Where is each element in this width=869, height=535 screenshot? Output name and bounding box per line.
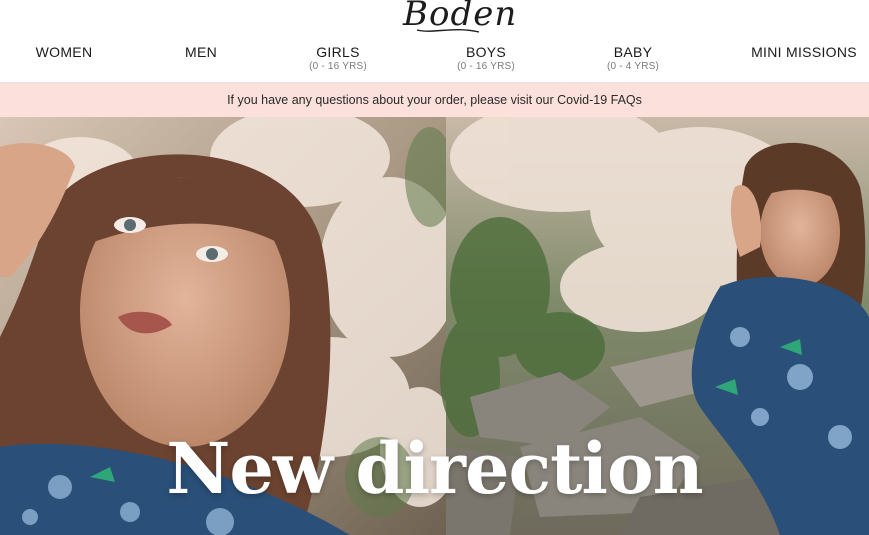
logo-swash-icon [416, 29, 480, 33]
nav-girls-age-range: (0 - 16 YRS) [309, 61, 367, 72]
nav-baby-age-range: (0 - 4 YRS) [606, 61, 660, 72]
nav-baby-label: BABY [613, 44, 653, 60]
nav-men-label: MEN [184, 44, 217, 60]
banner-text: If you have any questions about your ord… [227, 93, 642, 107]
nav-men[interactable]: MEN [176, 44, 226, 60]
covid-faq-banner[interactable]: If you have any questions about your ord… [0, 83, 869, 117]
nav-boys[interactable]: BOYS (0 - 16 YRS) [451, 44, 521, 73]
nav-women-label: WOMEN [35, 44, 93, 60]
nav-mini-missions-label: MINI MISSIONS [751, 44, 857, 60]
nav-girls-label: GIRLS [316, 44, 360, 60]
nav-women[interactable]: WOMEN [28, 44, 100, 60]
nav-boys-label: BOYS [465, 44, 507, 60]
nav-girls[interactable]: GIRLS (0 - 16 YRS) [303, 44, 373, 73]
nav-mini-missions[interactable]: MINI MISSIONS [744, 44, 864, 60]
hero-title: New direction [166, 427, 703, 510]
site-header: Boden WOMEN MEN GIRLS (0 - 16 YRS) BOYS … [0, 0, 869, 83]
nav-baby[interactable]: BABY (0 - 4 YRS) [600, 44, 666, 73]
hero-banner[interactable]: New direction [0, 117, 869, 535]
nav-boys-age-range: (0 - 16 YRS) [457, 61, 515, 72]
boden-logo[interactable]: Boden [403, 0, 516, 34]
